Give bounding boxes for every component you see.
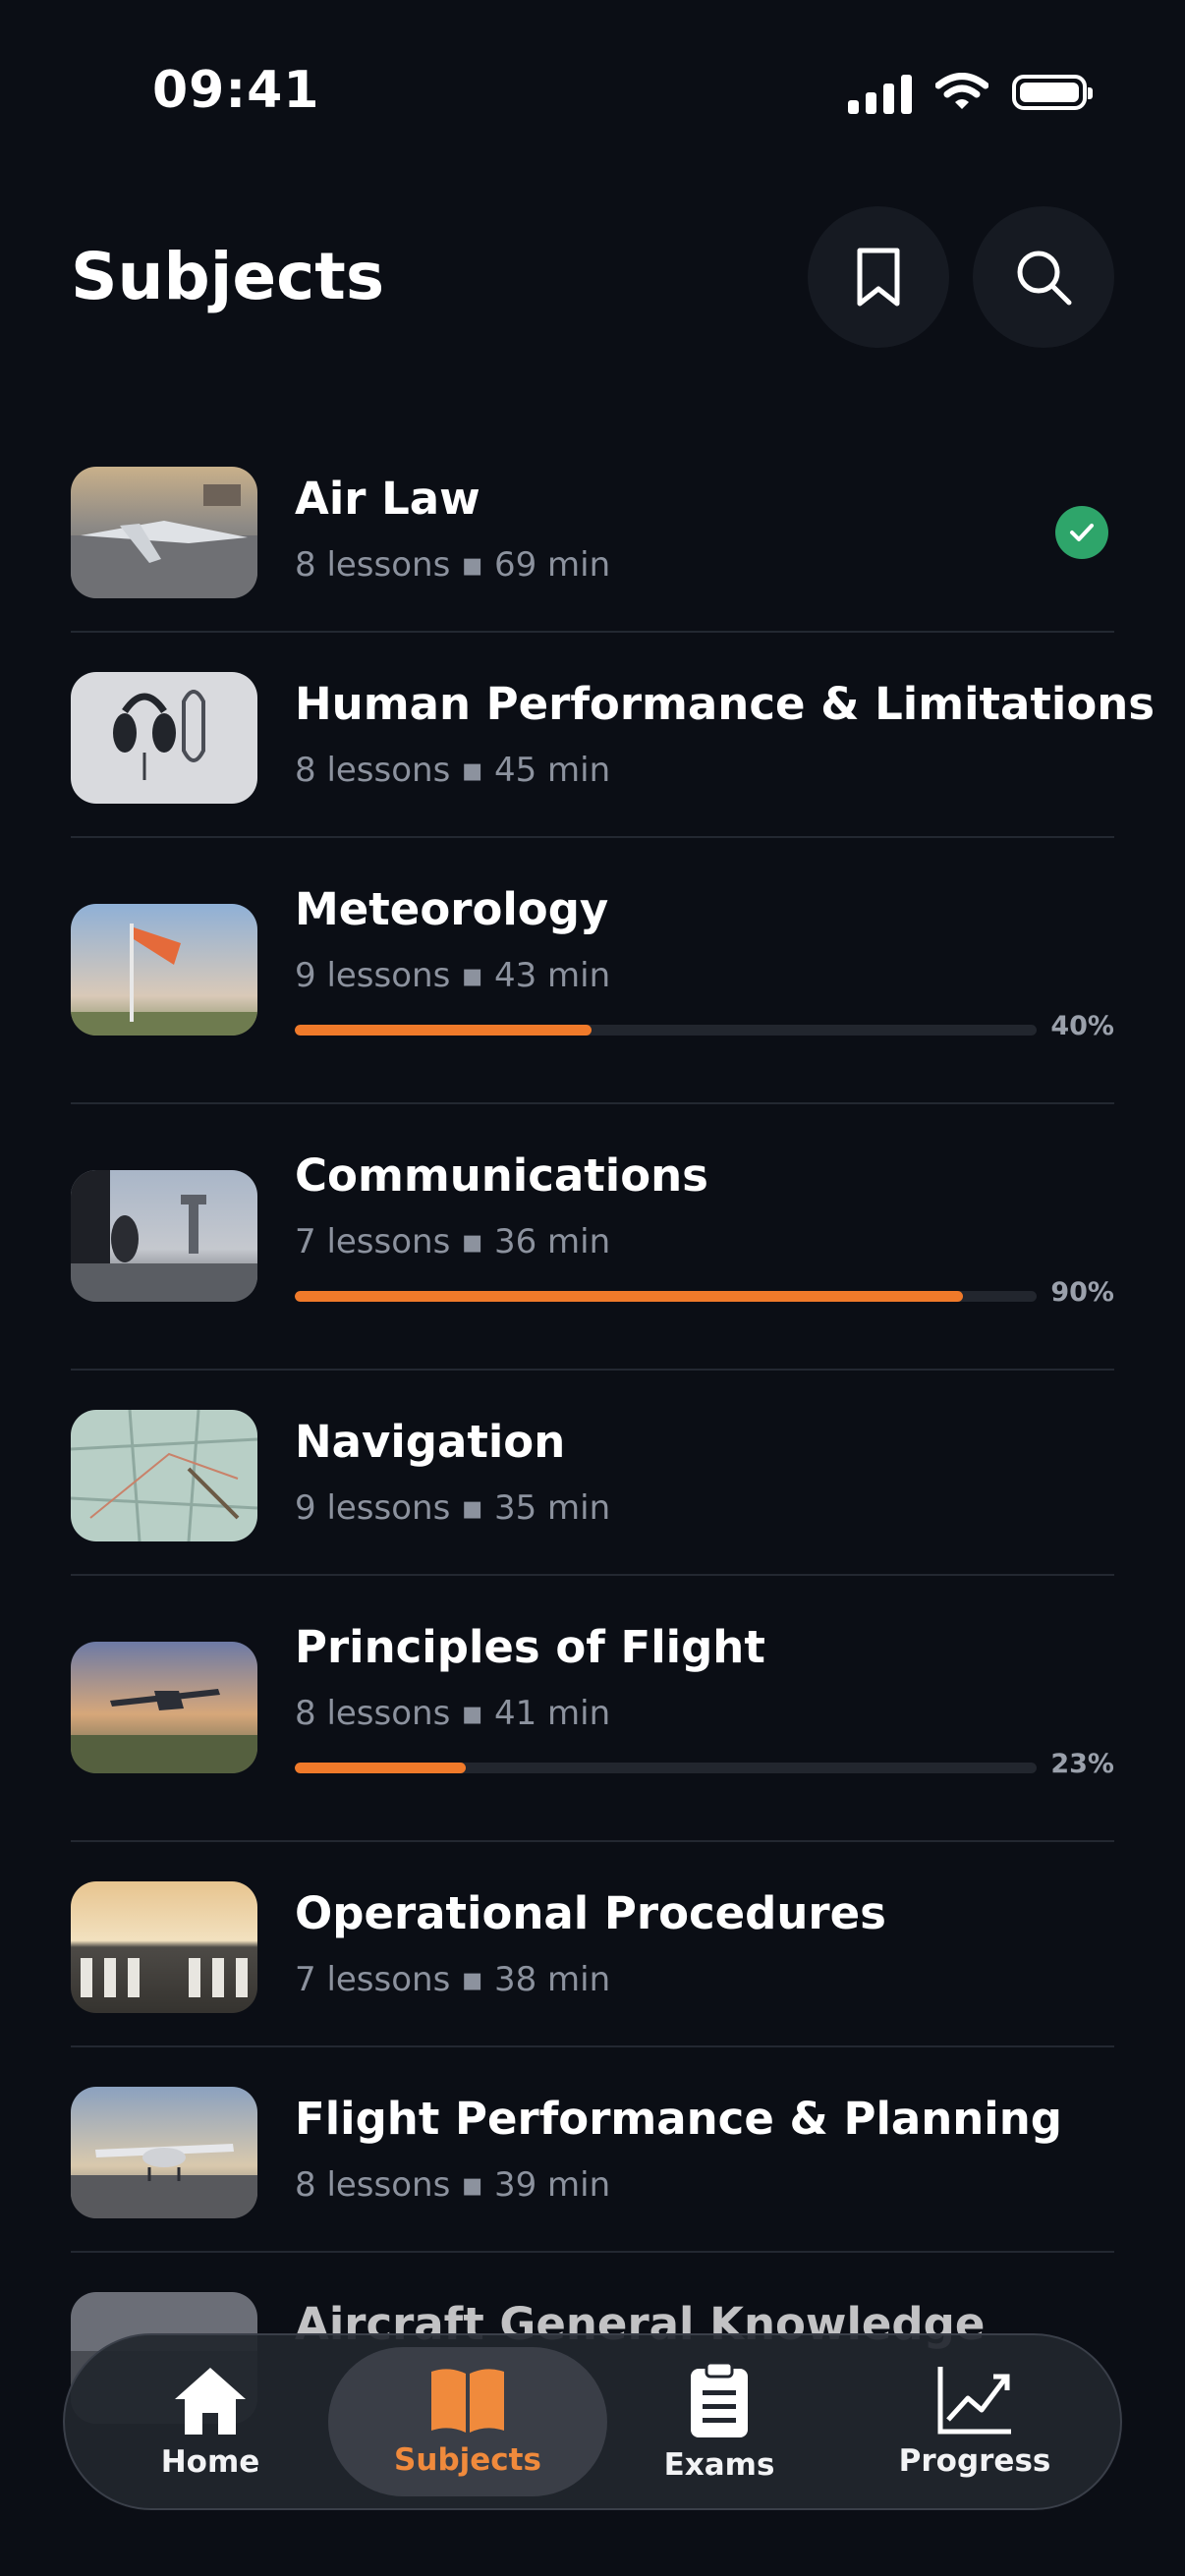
subject-thumbnail	[71, 672, 257, 804]
subject-thumbnail	[71, 1881, 257, 2013]
subject-row-communications[interactable]: Communications 7 lessons ▪ 36 min 90%	[71, 1104, 1114, 1371]
subject-row-principles-of-flight[interactable]: Principles of Flight 8 lessons ▪ 41 min …	[71, 1576, 1114, 1842]
subject-title: Air Law	[295, 473, 480, 525]
subject-thumbnail	[71, 2087, 257, 2218]
search-button[interactable]	[973, 206, 1114, 348]
subject-meta: 8 lessons ▪ 69 min	[295, 545, 611, 585]
progress-bar	[295, 1291, 1037, 1302]
tab-progress[interactable]: Progress	[896, 2347, 1053, 2496]
subject-title: Flight Performance & Planning	[295, 2093, 1062, 2145]
status-icons	[848, 71, 1093, 114]
subject-meta: 8 lessons ▪ 41 min	[295, 1694, 611, 1733]
status-bar: 09:41	[0, 0, 1185, 196]
progress-percent: 40%	[1050, 1011, 1114, 1041]
bookmarks-button[interactable]	[808, 206, 949, 348]
progress-percent: 23%	[1050, 1749, 1114, 1779]
tab-label: Subjects	[394, 2442, 541, 2478]
subject-thumbnail	[71, 1642, 257, 1773]
battery-icon	[1012, 75, 1093, 110]
home-icon	[175, 2368, 246, 2435]
tab-label: Exams	[663, 2447, 775, 2483]
status-time: 09:41	[152, 61, 320, 120]
subject-thumbnail	[71, 1170, 257, 1302]
subject-meta: 7 lessons ▪ 38 min	[295, 1960, 611, 1999]
progress-bar	[295, 1025, 1037, 1036]
page-title: Subjects	[71, 239, 385, 314]
chart-icon	[937, 2367, 1011, 2435]
progress-fill	[295, 1291, 963, 1302]
search-icon	[1017, 251, 1072, 306]
cellular-signal-icon	[848, 71, 912, 114]
subject-row-meteorology[interactable]: Meteorology 9 lessons ▪ 43 min 40%	[71, 838, 1114, 1104]
clipboard-icon	[691, 2361, 748, 2437]
header: Subjects	[71, 201, 1114, 349]
tab-subjects[interactable]: Subjects	[328, 2347, 607, 2496]
subject-thumbnail	[71, 1410, 257, 1541]
progress-fill	[295, 1025, 592, 1036]
book-icon	[431, 2369, 504, 2433]
subject-row-operational-procedures[interactable]: Operational Procedures 7 lessons ▪ 38 mi…	[71, 1842, 1114, 2047]
subject-title: Operational Procedures	[295, 1887, 886, 1939]
tab-home[interactable]: Home	[141, 2347, 279, 2496]
tab-label: Progress	[898, 2443, 1051, 2479]
bookmark-icon	[857, 248, 900, 307]
subject-row-human-performance[interactable]: Human Performance & Limitations 8 lesson…	[71, 633, 1155, 838]
completed-check-icon	[1055, 506, 1108, 559]
subject-row-navigation[interactable]: Navigation 9 lessons ▪ 35 min	[71, 1371, 1114, 1576]
tab-bar: Home Subjects Exams Progress	[63, 2333, 1122, 2510]
progress-fill	[295, 1763, 466, 1773]
subject-meta: 9 lessons ▪ 35 min	[295, 1488, 611, 1528]
subject-thumbnail	[71, 467, 257, 598]
subject-title: Communications	[295, 1149, 708, 1202]
subject-row-flight-performance[interactable]: Flight Performance & Planning 8 lessons …	[71, 2047, 1114, 2253]
progress-percent: 90%	[1050, 1277, 1114, 1308]
progress-bar	[295, 1763, 1037, 1773]
subject-thumbnail	[71, 904, 257, 1036]
subject-title: Navigation	[295, 1416, 566, 1468]
tab-label: Home	[160, 2444, 260, 2480]
subject-list: Air Law 8 lessons ▪ 69 min Human Perform…	[71, 427, 1155, 2458]
tab-exams[interactable]: Exams	[650, 2347, 788, 2496]
wifi-icon	[935, 73, 988, 109]
subject-meta: 8 lessons ▪ 45 min	[295, 751, 611, 790]
subject-title: Meteorology	[295, 883, 609, 935]
subject-meta: 8 lessons ▪ 39 min	[295, 2165, 611, 2205]
subject-title: Principles of Flight	[295, 1621, 765, 1673]
subject-meta: 9 lessons ▪ 43 min	[295, 956, 611, 995]
subject-title: Human Performance & Limitations	[295, 678, 1156, 730]
subject-row-air-law[interactable]: Air Law 8 lessons ▪ 69 min	[71, 427, 1114, 633]
subject-meta: 7 lessons ▪ 36 min	[295, 1222, 611, 1261]
